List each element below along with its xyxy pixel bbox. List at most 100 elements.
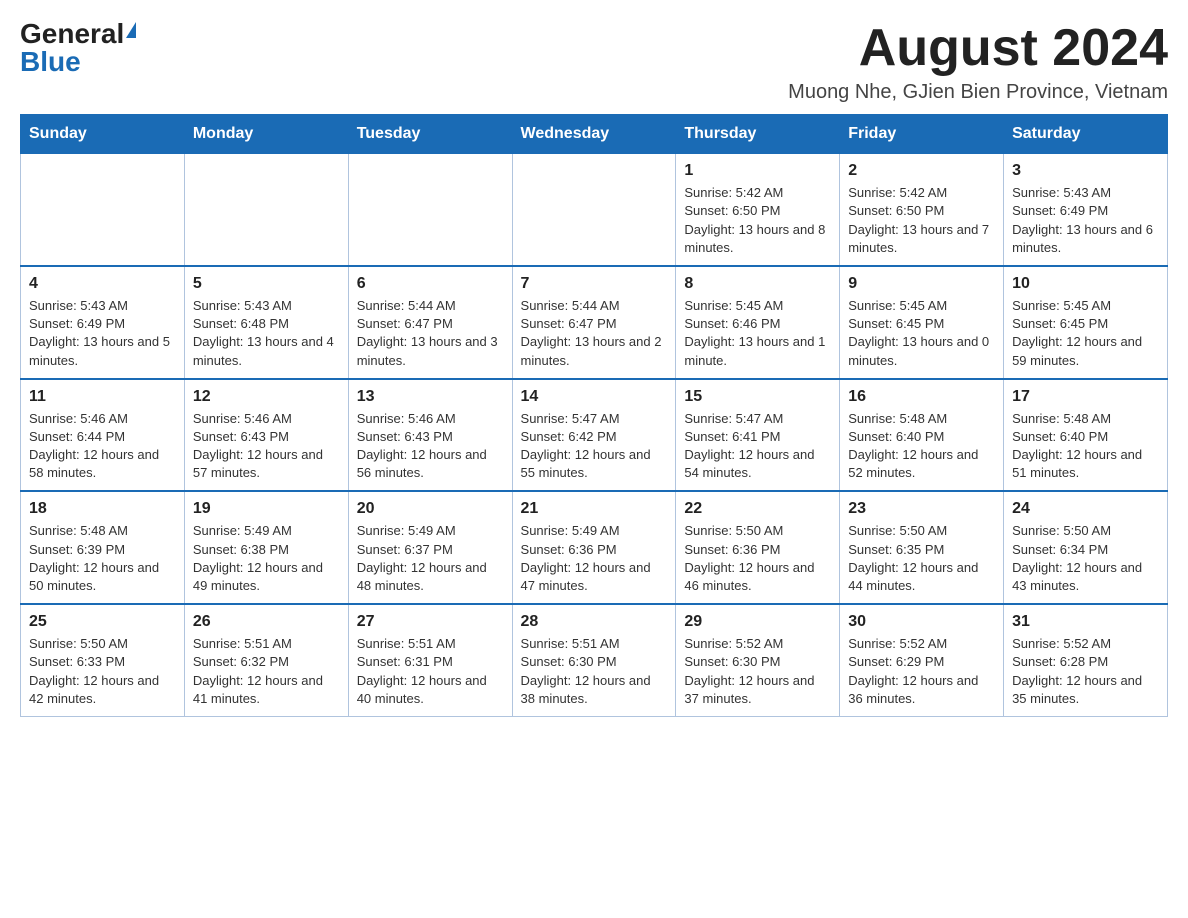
day-info: Sunrise: 5:43 AMSunset: 6:49 PMDaylight:… [1012,184,1159,257]
day-number: 6 [357,275,504,293]
calendar-cell: 17Sunrise: 5:48 AMSunset: 6:40 PMDayligh… [1004,379,1168,492]
calendar-cell: 10Sunrise: 5:45 AMSunset: 6:45 PMDayligh… [1004,266,1168,379]
day-info: Sunrise: 5:51 AMSunset: 6:30 PMDaylight:… [521,635,668,708]
calendar-cell: 13 Sunrise: 5:46 AMSunset: 6:43 PMDayligh… [348,379,512,492]
day-number: 30 [848,613,995,631]
day-number: 10 [1012,275,1159,293]
day-number: 21 [521,500,668,518]
day-number: 15 [684,388,831,406]
calendar-cell: 14 Sunrise: 5:47 AMSunset: 6:42 PMDayligh… [512,379,676,492]
day-number: 25 [29,613,176,631]
day-header-monday: Monday [184,115,348,154]
day-info: Sunrise: 5:44 AMSunset: 6:47 PMDaylight:… [521,297,668,370]
day-info: Sunrise: 5:48 AMSunset: 6:39 PMDaylight:… [29,522,176,595]
day-number: 13 [357,388,504,406]
day-number: 24 [1012,500,1159,518]
day-number: 28 [521,613,668,631]
day-number: 17 [1012,388,1159,406]
day-number: 9 [848,275,995,293]
calendar-cell: 12 Sunrise: 5:46 AMSunset: 6:43 PMDayligh… [184,379,348,492]
day-info: Sunrise: 5:43 AMSunset: 6:48 PMDaylight:… [193,297,340,370]
day-number: 18 [29,500,176,518]
week-row: 11 Sunrise: 5:46 AMSunset: 6:44 PMDayligh… [21,379,1168,492]
week-row: 1Sunrise: 5:42 AMSunset: 6:50 PMDaylight… [21,154,1168,266]
day-number: 11 [29,388,176,406]
day-number: 26 [193,613,340,631]
calendar-cell: 1Sunrise: 5:42 AMSunset: 6:50 PMDaylight… [676,154,840,266]
calendar-cell: 24 Sunrise: 5:50 AMSunset: 6:34 PMDayligh… [1004,491,1168,604]
calendar-cell: 11 Sunrise: 5:46 AMSunset: 6:44 PMDayligh… [21,379,185,492]
day-info: Sunrise: 5:46 AMSunset: 6:44 PMDaylight:… [29,410,176,483]
day-info: Sunrise: 5:52 AMSunset: 6:28 PMDaylight:… [1012,635,1159,708]
page-header: General Blue August 2024 Muong Nhe, GJie… [20,20,1168,104]
day-info: Sunrise: 5:52 AMSunset: 6:30 PMDaylight:… [684,635,831,708]
day-number: 12 [193,388,340,406]
day-info: Sunrise: 5:50 AMSunset: 6:33 PMDaylight:… [29,635,176,708]
day-info: Sunrise: 5:46 AMSunset: 6:43 PMDaylight:… [357,410,504,483]
day-number: 8 [684,275,831,293]
week-row: 25 Sunrise: 5:50 AMSunset: 6:33 PMDayligh… [21,604,1168,716]
day-info: Sunrise: 5:52 AMSunset: 6:29 PMDaylight:… [848,635,995,708]
day-header-tuesday: Tuesday [348,115,512,154]
calendar-body: 1Sunrise: 5:42 AMSunset: 6:50 PMDaylight… [21,154,1168,717]
calendar-cell: 19Sunrise: 5:49 AMSunset: 6:38 PMDayligh… [184,491,348,604]
calendar-cell: 9Sunrise: 5:45 AMSunset: 6:45 PMDaylight… [840,266,1004,379]
day-number: 29 [684,613,831,631]
calendar-cell: 29 Sunrise: 5:52 AMSunset: 6:30 PMDayligh… [676,604,840,716]
calendar-cell: 27Sunrise: 5:51 AMSunset: 6:31 PMDayligh… [348,604,512,716]
calendar-cell [512,154,676,266]
calendar-cell: 20Sunrise: 5:49 AMSunset: 6:37 PMDayligh… [348,491,512,604]
day-number: 22 [684,500,831,518]
calendar-cell: 7Sunrise: 5:44 AMSunset: 6:47 PMDaylight… [512,266,676,379]
calendar-cell: 16 Sunrise: 5:48 AMSunset: 6:40 PMDayligh… [840,379,1004,492]
day-info: Sunrise: 5:47 AMSunset: 6:41 PMDaylight:… [684,410,831,483]
calendar-cell: 18 Sunrise: 5:48 AMSunset: 6:39 PMDayligh… [21,491,185,604]
calendar-table: SundayMondayTuesdayWednesdayThursdayFrid… [20,114,1168,717]
day-header-saturday: Saturday [1004,115,1168,154]
day-info: Sunrise: 5:45 AMSunset: 6:46 PMDaylight:… [684,297,831,370]
logo-general-text: General [20,20,124,48]
calendar-cell: 6 Sunrise: 5:44 AMSunset: 6:47 PMDaylight… [348,266,512,379]
calendar-cell: 8 Sunrise: 5:45 AMSunset: 6:46 PMDaylight… [676,266,840,379]
calendar-cell: 2Sunrise: 5:42 AMSunset: 6:50 PMDaylight… [840,154,1004,266]
calendar-cell [21,154,185,266]
day-number: 16 [848,388,995,406]
day-number: 27 [357,613,504,631]
day-number: 5 [193,275,340,293]
day-number: 14 [521,388,668,406]
calendar-cell: 28 Sunrise: 5:51 AMSunset: 6:30 PMDayligh… [512,604,676,716]
day-info: Sunrise: 5:50 AMSunset: 6:36 PMDaylight:… [684,522,831,595]
day-header-wednesday: Wednesday [512,115,676,154]
day-number: 31 [1012,613,1159,631]
day-info: Sunrise: 5:50 AMSunset: 6:35 PMDaylight:… [848,522,995,595]
day-info: Sunrise: 5:49 AMSunset: 6:38 PMDaylight:… [193,522,340,595]
day-header-sunday: Sunday [21,115,185,154]
logo: General Blue [20,20,136,76]
calendar-cell: 21Sunrise: 5:49 AMSunset: 6:36 PMDayligh… [512,491,676,604]
calendar-cell: 26 Sunrise: 5:51 AMSunset: 6:32 PMDayligh… [184,604,348,716]
week-row: 4Sunrise: 5:43 AMSunset: 6:49 PMDaylight… [21,266,1168,379]
calendar-cell: 15 Sunrise: 5:47 AMSunset: 6:41 PMDayligh… [676,379,840,492]
calendar-cell: 31 Sunrise: 5:52 AMSunset: 6:28 PMDayligh… [1004,604,1168,716]
day-info: Sunrise: 5:42 AMSunset: 6:50 PMDaylight:… [684,184,831,257]
day-number: 20 [357,500,504,518]
day-info: Sunrise: 5:46 AMSunset: 6:43 PMDaylight:… [193,410,340,483]
calendar-cell: 4Sunrise: 5:43 AMSunset: 6:49 PMDaylight… [21,266,185,379]
calendar-cell: 22 Sunrise: 5:50 AMSunset: 6:36 PMDayligh… [676,491,840,604]
day-info: Sunrise: 5:47 AMSunset: 6:42 PMDaylight:… [521,410,668,483]
calendar-cell: 5 Sunrise: 5:43 AMSunset: 6:48 PMDaylight… [184,266,348,379]
day-info: Sunrise: 5:48 AMSunset: 6:40 PMDaylight:… [848,410,995,483]
day-number: 23 [848,500,995,518]
day-info: Sunrise: 5:50 AMSunset: 6:34 PMDaylight:… [1012,522,1159,595]
day-info: Sunrise: 5:44 AMSunset: 6:47 PMDaylight:… [357,297,504,370]
calendar-cell [184,154,348,266]
days-of-week-row: SundayMondayTuesdayWednesdayThursdayFrid… [21,115,1168,154]
day-info: Sunrise: 5:51 AMSunset: 6:32 PMDaylight:… [193,635,340,708]
calendar-cell: 30 Sunrise: 5:52 AMSunset: 6:29 PMDayligh… [840,604,1004,716]
day-header-friday: Friday [840,115,1004,154]
day-header-thursday: Thursday [676,115,840,154]
calendar-header: SundayMondayTuesdayWednesdayThursdayFrid… [21,115,1168,154]
day-info: Sunrise: 5:43 AMSunset: 6:49 PMDaylight:… [29,297,176,370]
month-title: August 2024 [788,20,1168,77]
location: Muong Nhe, GJien Bien Province, Vietnam [788,81,1168,104]
